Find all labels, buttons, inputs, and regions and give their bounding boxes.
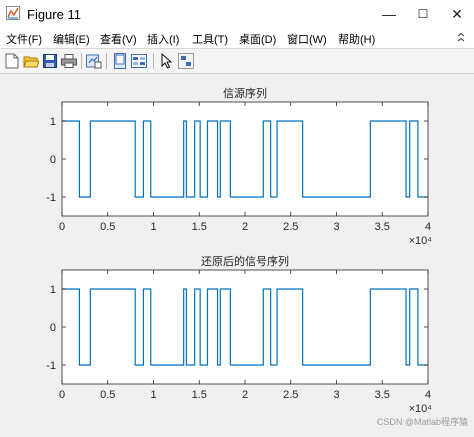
x-tick-label: 0.5 (100, 221, 115, 233)
toolbar-separator (81, 53, 82, 69)
window-title: Figure 11 (27, 7, 81, 22)
watermark: CSDN @Matlab程序猿 (376, 417, 468, 427)
pointer-icon[interactable] (158, 52, 176, 70)
plot-title: 信源序列 (223, 86, 267, 100)
x-tick-label: 2.5 (283, 221, 298, 233)
arrange-icon[interactable] (177, 52, 195, 70)
toolbar-separator (106, 53, 107, 69)
x-tick-label: 0 (59, 389, 65, 401)
x-exponent-label: ×10⁴ (409, 403, 433, 415)
x-exponent-label: ×10⁴ (409, 235, 433, 247)
x-tick-label: 1 (150, 389, 156, 401)
menu-help[interactable]: 帮助(H) (338, 31, 375, 47)
new-figure-icon[interactable] (3, 52, 21, 70)
plot-title: 还原后的信号序列 (201, 254, 289, 268)
axes-background (62, 270, 428, 384)
toolbar (0, 49, 474, 74)
x-tick-label: 1.5 (192, 389, 207, 401)
figure-canvas: 信源序列 0 0.5 1 1.5 2 2.5 3 3.5 4 -1 0 1 ×10⁴ 还原后的信号序列 0 0.… (0, 74, 474, 432)
x-tick-label: 2 (242, 221, 248, 233)
title-bar: Figure 11 — ☐ ✕ (0, 0, 474, 29)
menu-tools[interactable]: 工具(T) (192, 31, 228, 47)
close-button[interactable]: ✕ (440, 0, 474, 28)
menu-window[interactable]: 窗口(W) (287, 31, 327, 47)
save-icon[interactable] (41, 52, 59, 70)
y-tick-label: 0 (50, 154, 56, 166)
y-tick-label: -1 (46, 192, 56, 204)
matlab-figure-icon (6, 6, 20, 20)
menu-file[interactable]: 文件(F) (6, 31, 42, 47)
x-tick-label: 3 (333, 221, 339, 233)
menu-view[interactable]: 查看(V) (100, 31, 137, 47)
x-tick-label: 3 (333, 389, 339, 401)
menu-edit[interactable]: 编辑(E) (53, 31, 90, 47)
menu-bar: 文件(F) 编辑(E) 查看(V) 插入(I) 工具(T) 桌面(D) 窗口(W… (0, 28, 474, 49)
x-tick-label: 4 (425, 221, 431, 233)
x-tick-label: 0.5 (100, 389, 115, 401)
menu-insert[interactable]: 插入(I) (147, 31, 179, 47)
x-tick-label: 0 (59, 221, 65, 233)
toolbar-separator (153, 53, 154, 69)
x-tick-label: 2.5 (283, 389, 298, 401)
y-tick-label: 1 (50, 116, 56, 128)
x-tick-label: 3.5 (375, 221, 390, 233)
x-tick-label: 4 (425, 389, 431, 401)
minimize-button[interactable]: — (372, 0, 406, 28)
menu-desktop[interactable]: 桌面(D) (239, 31, 276, 47)
chevron-icon[interactable] (456, 32, 466, 50)
x-tick-label: 1.5 (192, 221, 207, 233)
x-tick-label: 3.5 (375, 389, 390, 401)
axes-background (62, 102, 428, 216)
link-plot-icon[interactable] (85, 52, 103, 70)
maximize-button[interactable]: ☐ (406, 0, 440, 28)
plot-svg: 信源序列 0 0.5 1 1.5 2 2.5 3 3.5 4 -1 0 1 ×10⁴ 还原后的信号序列 0 0.… (46, 86, 433, 415)
x-tick-label: 2 (242, 389, 248, 401)
print-icon[interactable] (60, 52, 78, 70)
y-tick-label: -1 (46, 360, 56, 372)
x-tick-label: 1 (150, 221, 156, 233)
property-editor-icon[interactable] (130, 52, 148, 70)
y-tick-label: 1 (50, 284, 56, 296)
y-tick-label: 0 (50, 322, 56, 334)
dock-icon[interactable] (111, 52, 129, 70)
open-file-icon[interactable] (22, 52, 40, 70)
